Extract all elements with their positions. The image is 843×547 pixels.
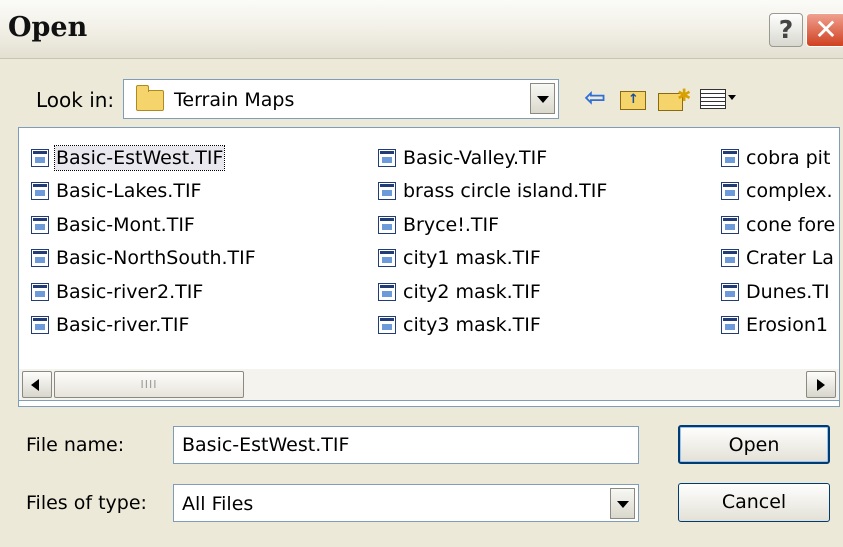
file-name: cobra pit bbox=[746, 146, 831, 169]
list-item[interactable]: Basic-river.TIF bbox=[29, 309, 257, 343]
image-file-icon bbox=[721, 182, 739, 201]
image-file-icon bbox=[721, 282, 739, 301]
file-name: Bryce!.TIF bbox=[403, 213, 500, 236]
file-name: Dunes.TI bbox=[746, 280, 830, 303]
image-file-icon bbox=[721, 316, 739, 335]
close-button[interactable]: ✕ bbox=[806, 13, 843, 47]
list-item[interactable]: Basic-NorthSouth.TIF bbox=[29, 242, 257, 276]
views-menu-icon[interactable] bbox=[698, 82, 746, 114]
image-file-icon bbox=[378, 148, 396, 167]
file-name: Basic-NorthSouth.TIF bbox=[56, 247, 256, 270]
image-file-icon bbox=[31, 316, 49, 335]
list-item[interactable]: complex. bbox=[719, 175, 836, 209]
file-column: Basic-Valley.TIF brass circle island.TIF… bbox=[376, 141, 608, 342]
image-file-icon bbox=[31, 282, 49, 301]
list-item[interactable]: Erosion1 bbox=[719, 309, 836, 343]
file-name: city1 mask.TIF bbox=[403, 247, 541, 270]
image-file-icon bbox=[721, 249, 739, 268]
list-item[interactable]: Bryce!.TIF bbox=[376, 208, 608, 242]
file-name: Erosion1 bbox=[746, 314, 828, 337]
chevron-down-icon[interactable] bbox=[610, 488, 635, 519]
look-in-dropdown[interactable]: Terrain Maps bbox=[123, 79, 559, 119]
file-name: Basic-EstWest.TIF bbox=[53, 144, 226, 171]
image-file-icon bbox=[721, 215, 739, 234]
file-name: Basic-river.TIF bbox=[56, 314, 190, 337]
image-file-icon bbox=[721, 148, 739, 167]
folder-icon bbox=[136, 85, 164, 111]
file-type-value: All Files bbox=[182, 493, 254, 515]
file-name: complex. bbox=[746, 180, 833, 203]
open-button[interactable]: Open bbox=[678, 425, 830, 464]
file-name: brass circle island.TIF bbox=[403, 180, 608, 203]
file-name: city2 mask.TIF bbox=[403, 280, 541, 303]
cancel-button[interactable]: Cancel bbox=[678, 483, 830, 522]
file-list[interactable]: Basic-EstWest.TIF Basic-Lakes.TIF Basic-… bbox=[18, 127, 840, 407]
look-in-value: Terrain Maps bbox=[174, 89, 295, 111]
list-item[interactable]: cobra pit bbox=[719, 141, 836, 175]
file-column: Basic-EstWest.TIF Basic-Lakes.TIF Basic-… bbox=[29, 141, 257, 342]
file-name: Basic-Mont.TIF bbox=[56, 213, 195, 236]
scroll-right-icon[interactable] bbox=[806, 371, 836, 398]
list-item[interactable]: Basic-Mont.TIF bbox=[29, 208, 257, 242]
file-name: Basic-Valley.TIF bbox=[403, 146, 548, 169]
list-item[interactable]: city1 mask.TIF bbox=[376, 242, 608, 276]
list-item[interactable]: Basic-river2.TIF bbox=[29, 275, 257, 309]
new-folder-icon[interactable]: ✱ bbox=[656, 82, 691, 114]
image-file-icon bbox=[31, 249, 49, 268]
list-item[interactable]: Basic-Lakes.TIF bbox=[29, 175, 257, 209]
file-name: Basic-river2.TIF bbox=[56, 280, 204, 303]
list-item[interactable]: Basic-EstWest.TIF bbox=[29, 141, 257, 175]
horizontal-scrollbar[interactable]: IIII bbox=[18, 369, 840, 401]
image-file-icon bbox=[31, 215, 49, 234]
list-item[interactable]: brass circle island.TIF bbox=[376, 175, 608, 209]
chevron-down-icon[interactable] bbox=[530, 83, 555, 114]
list-item[interactable]: city3 mask.TIF bbox=[376, 309, 608, 343]
list-item[interactable]: city2 mask.TIF bbox=[376, 275, 608, 309]
file-type-label: Files of type: bbox=[26, 492, 147, 514]
file-name: city3 mask.TIF bbox=[403, 314, 541, 337]
scroll-left-icon[interactable] bbox=[22, 371, 52, 398]
file-column: cobra pit complex. cone fore Crater La D… bbox=[719, 141, 836, 342]
image-file-icon bbox=[31, 182, 49, 201]
list-item[interactable]: Crater La bbox=[719, 242, 836, 276]
image-file-icon bbox=[378, 249, 396, 268]
file-name-input[interactable] bbox=[173, 426, 639, 464]
image-file-icon bbox=[378, 182, 396, 201]
file-name: cone fore bbox=[746, 213, 836, 236]
look-in-label: Look in: bbox=[36, 88, 115, 112]
help-button[interactable]: ? bbox=[769, 13, 803, 47]
image-file-icon bbox=[378, 282, 396, 301]
list-item[interactable]: Basic-Valley.TIF bbox=[376, 141, 608, 175]
image-file-icon bbox=[31, 148, 49, 167]
title-bar: Open ? ✕ bbox=[0, 0, 843, 59]
scroll-thumb[interactable]: IIII bbox=[54, 371, 244, 398]
window-title: Open bbox=[8, 12, 88, 43]
file-name: Basic-Lakes.TIF bbox=[56, 180, 202, 203]
image-file-icon bbox=[378, 215, 396, 234]
up-folder-icon[interactable]: ↑ bbox=[617, 82, 649, 114]
file-type-dropdown[interactable]: All Files bbox=[173, 484, 639, 522]
list-item[interactable]: Dunes.TI bbox=[719, 275, 836, 309]
list-item[interactable]: cone fore bbox=[719, 208, 836, 242]
file-name: Crater La bbox=[746, 247, 834, 270]
file-name-label: File name: bbox=[26, 434, 125, 456]
back-icon[interactable]: ⇦ bbox=[579, 82, 611, 114]
image-file-icon bbox=[378, 316, 396, 335]
